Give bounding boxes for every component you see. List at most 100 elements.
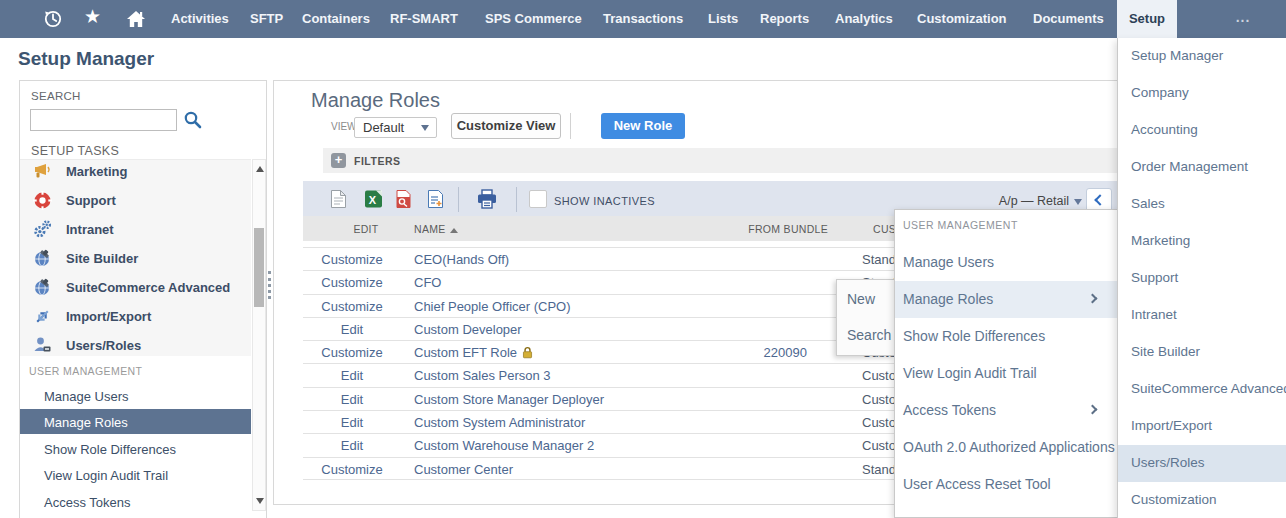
role-name-link[interactable]: CFO <box>414 275 441 290</box>
export-csv-icon[interactable] <box>329 189 348 209</box>
setup-menu-item-company[interactable]: Company <box>1118 75 1286 112</box>
submenu-item-oauth-2-0-authorized-applications[interactable]: OAuth 2.0 Authorized Applications <box>895 429 1118 466</box>
customize-link[interactable]: Customize <box>321 462 383 477</box>
show-inactives-checkbox[interactable] <box>529 190 547 208</box>
setup-menu-item-users-roles[interactable]: Users/Roles <box>1118 445 1286 482</box>
column-header-from-bundle[interactable]: FROM BUNDLE <box>728 223 828 235</box>
nav-item-customization[interactable]: Customization <box>917 0 1007 38</box>
chevron-down-icon[interactable] <box>1074 199 1082 205</box>
edit-link[interactable]: Edit <box>321 415 383 430</box>
nav-item-sps-commerce[interactable]: SPS Commerce <box>485 0 582 38</box>
customize-link[interactable]: Customize <box>321 299 383 314</box>
sidebar-task-suitecommerce-advanced[interactable]: SuiteCommerce Advanced <box>20 273 250 301</box>
sidebar-scrollbar[interactable] <box>252 159 266 511</box>
nav-item-activities[interactable]: Activities <box>171 0 229 38</box>
submenu-item-access-tokens[interactable]: Access Tokens <box>895 392 1118 429</box>
setup-menu: Setup ManagerCompanyAccountingOrder Mana… <box>1117 38 1286 518</box>
role-name-link[interactable]: Custom Sales Person 3 <box>414 368 551 383</box>
customize-link[interactable]: Customize <box>321 252 383 267</box>
submenu-item-manage-users[interactable]: Manage Users <box>895 244 1118 281</box>
from-bundle-value[interactable]: 220090 <box>707 345 807 360</box>
role-name-link[interactable]: Custom System Administrator <box>414 415 585 430</box>
customize-view-button[interactable]: Customize View <box>451 113 561 139</box>
context-menu-item-new[interactable]: New <box>847 291 875 307</box>
export-excel-icon[interactable]: X <box>364 189 383 209</box>
setup-menu-item-order-management[interactable]: Order Management <box>1118 149 1286 186</box>
role-name-link[interactable]: Chief People Officer (CPO) <box>414 299 571 314</box>
sidebar-link-manage-users[interactable]: Manage Users <box>20 383 251 409</box>
export-icon[interactable] <box>426 189 445 209</box>
role-name-link[interactable]: Custom Developer <box>414 322 522 337</box>
setup-menu-item-label: Sales <box>1131 196 1165 211</box>
sidebar-link-manage-roles[interactable]: Manage Roles <box>20 409 251 434</box>
nav-item-documents[interactable]: Documents <box>1033 0 1104 38</box>
nav-item-lists[interactable]: Lists <box>708 0 738 38</box>
setup-menu-item-intranet[interactable]: Intranet <box>1118 297 1286 334</box>
setup-menu-item-marketing[interactable]: Marketing <box>1118 223 1286 260</box>
submenu-item-label: OAuth 2.0 Authorized Applications <box>903 439 1115 455</box>
context-menu-item-search[interactable]: Search <box>847 327 891 343</box>
role-name-link[interactable]: Custom Warehouse Manager 2 <box>414 438 594 453</box>
megaphone-icon <box>33 162 52 180</box>
nav-item-analytics[interactable]: Analytics <box>835 0 893 38</box>
column-header-edit[interactable]: EDIT <box>335 223 397 235</box>
recent-icon[interactable] <box>43 9 63 29</box>
search-input[interactable] <box>30 109 177 131</box>
role-name-link[interactable]: Customer Center <box>414 462 513 477</box>
nav-item-transactions[interactable]: Transactions <box>603 0 683 38</box>
scroll-up-arrow[interactable] <box>256 166 264 172</box>
setup-menu-item-site-builder[interactable]: Site Builder <box>1118 334 1286 371</box>
sidebar-task-support[interactable]: Support <box>20 186 250 214</box>
print-icon[interactable] <box>476 189 498 209</box>
customize-link[interactable]: Customize <box>321 345 383 360</box>
export-pdf-icon[interactable] <box>394 189 413 209</box>
user-management-submenu: USER MANAGEMENT Manage UsersManage Roles… <box>894 209 1117 518</box>
home-icon[interactable] <box>126 9 146 29</box>
setup-menu-item-import-export[interactable]: Import/Export <box>1118 408 1286 445</box>
sidebar-task-site-builder[interactable]: Site Builder <box>20 244 250 272</box>
sidebar-task-import-export[interactable]: Import/Export <box>20 302 250 330</box>
nav-tab-setup[interactable]: Setup <box>1117 0 1177 38</box>
nav-item-reports[interactable]: Reports <box>760 0 809 38</box>
customize-link[interactable]: Customize <box>321 275 383 290</box>
scroll-down-arrow[interactable] <box>256 498 264 504</box>
setup-menu-item-customization[interactable]: Customization <box>1118 482 1286 518</box>
sidebar-task-users-roles[interactable]: Users/Roles <box>20 331 250 359</box>
scroll-thumb[interactable] <box>254 228 264 307</box>
setup-menu-item-support[interactable]: Support <box>1118 260 1286 297</box>
sidebar-link-access-tokens[interactable]: Access Tokens <box>20 489 251 515</box>
nav-item-rf-smart[interactable]: RF-SMART <box>390 0 458 38</box>
edit-link[interactable]: Edit <box>321 368 383 383</box>
setup-menu-item-setup-manager[interactable]: Setup Manager <box>1118 38 1286 75</box>
role-name-link[interactable]: Custom EFT Role <box>414 345 534 362</box>
search-icon[interactable] <box>183 110 203 130</box>
edit-link[interactable]: Edit <box>321 392 383 407</box>
submenu-item-show-role-differences[interactable]: Show Role Differences <box>895 318 1118 355</box>
view-select[interactable]: Default <box>354 117 437 138</box>
filters-bar[interactable]: + FILTERS <box>323 148 1159 173</box>
sidebar-resize-handle[interactable] <box>268 271 271 299</box>
sidebar-task-marketing[interactable]: Marketing <box>20 157 250 185</box>
setup-menu-item-sales[interactable]: Sales <box>1118 186 1286 223</box>
edit-link[interactable]: Edit <box>321 438 383 453</box>
role-name-link[interactable]: CEO(Hands Off) <box>414 252 509 267</box>
submenu-item-manage-roles[interactable]: Manage Roles <box>895 281 1118 318</box>
view-label: VIEW <box>331 121 357 132</box>
role-name-link[interactable]: Custom Store Manager Deployer <box>414 392 604 407</box>
nav-overflow-button[interactable]: ... <box>1231 0 1255 38</box>
expand-filters-icon[interactable]: + <box>331 153 346 168</box>
nav-item-sftp[interactable]: SFTP <box>250 0 283 38</box>
star-icon[interactable]: ★ <box>84 5 104 25</box>
column-header-name[interactable]: NAME <box>414 223 458 235</box>
setup-menu-item-accounting[interactable]: Accounting <box>1118 112 1286 149</box>
new-role-button[interactable]: New Role <box>601 113 685 139</box>
setup-menu-item-suitecommerce-advanced[interactable]: SuiteCommerce Advanced <box>1118 371 1286 408</box>
sidebar-link-show-role-differences[interactable]: Show Role Differences <box>20 436 251 462</box>
range-selector[interactable]: A/p — Retail <box>963 194 1069 208</box>
edit-link[interactable]: Edit <box>321 322 383 337</box>
submenu-item-view-login-audit-trail[interactable]: View Login Audit Trail <box>895 355 1118 392</box>
sidebar-link-view-login-audit-trail[interactable]: View Login Audit Trail <box>20 462 251 488</box>
submenu-item-user-access-reset-tool[interactable]: User Access Reset Tool <box>895 466 1118 503</box>
sidebar-task-intranet[interactable]: Intranet <box>20 215 250 243</box>
nav-item-containers[interactable]: Containers <box>302 0 370 38</box>
